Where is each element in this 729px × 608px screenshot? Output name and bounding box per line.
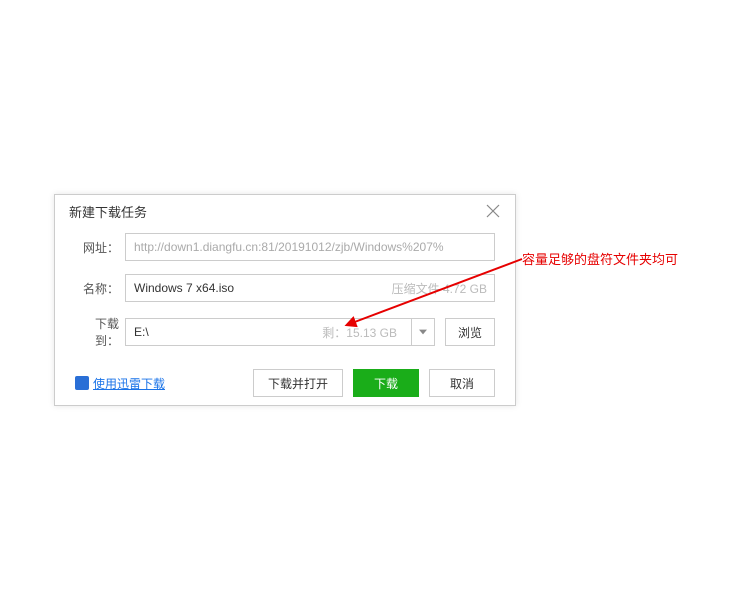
url-label: 网址：: [75, 239, 125, 256]
url-row: 网址：: [75, 233, 495, 261]
title-bar: 新建下载任务: [55, 195, 515, 227]
dialog-title: 新建下载任务: [69, 202, 147, 221]
url-input-wrap: [125, 233, 495, 261]
browse-button[interactable]: 浏览: [445, 318, 495, 346]
close-icon: [486, 204, 500, 218]
path-combo: 剩：15.13 GB: [125, 318, 435, 346]
name-label: 名称：: [75, 280, 125, 297]
dialog-footer: 使用迅雷下载 下载并打开 下载 取消: [55, 361, 515, 405]
path-label: 下载到：: [75, 315, 125, 349]
close-button[interactable]: [485, 203, 501, 219]
dialog-content: 网址： 名称： 压缩文件 4.72 GB 下载到： 剩：15.13 GB: [55, 227, 515, 349]
thunder-link-label: 使用迅雷下载: [93, 375, 165, 392]
path-row: 下载到： 剩：15.13 GB 浏览: [75, 315, 495, 349]
annotation-text: 容量足够的盘符文件夹均可: [522, 251, 690, 269]
download-button[interactable]: 下载: [353, 369, 419, 397]
download-and-open-button[interactable]: 下载并打开: [253, 369, 343, 397]
thunder-icon: [75, 376, 89, 390]
chevron-down-icon: [419, 329, 427, 335]
url-input[interactable]: [125, 233, 495, 261]
footer-buttons: 下载并打开 下载 取消: [253, 369, 495, 397]
path-dropdown-button[interactable]: [411, 318, 435, 346]
cancel-button[interactable]: 取消: [429, 369, 495, 397]
filename-input[interactable]: [125, 274, 495, 302]
path-input[interactable]: [125, 318, 411, 346]
name-input-wrap: 压缩文件 4.72 GB: [125, 274, 495, 302]
thunder-download-link[interactable]: 使用迅雷下载: [75, 375, 165, 392]
name-row: 名称： 压缩文件 4.72 GB: [75, 274, 495, 302]
new-download-dialog: 新建下载任务 网址： 名称： 压缩文件 4.72 GB 下载到：: [54, 194, 516, 406]
